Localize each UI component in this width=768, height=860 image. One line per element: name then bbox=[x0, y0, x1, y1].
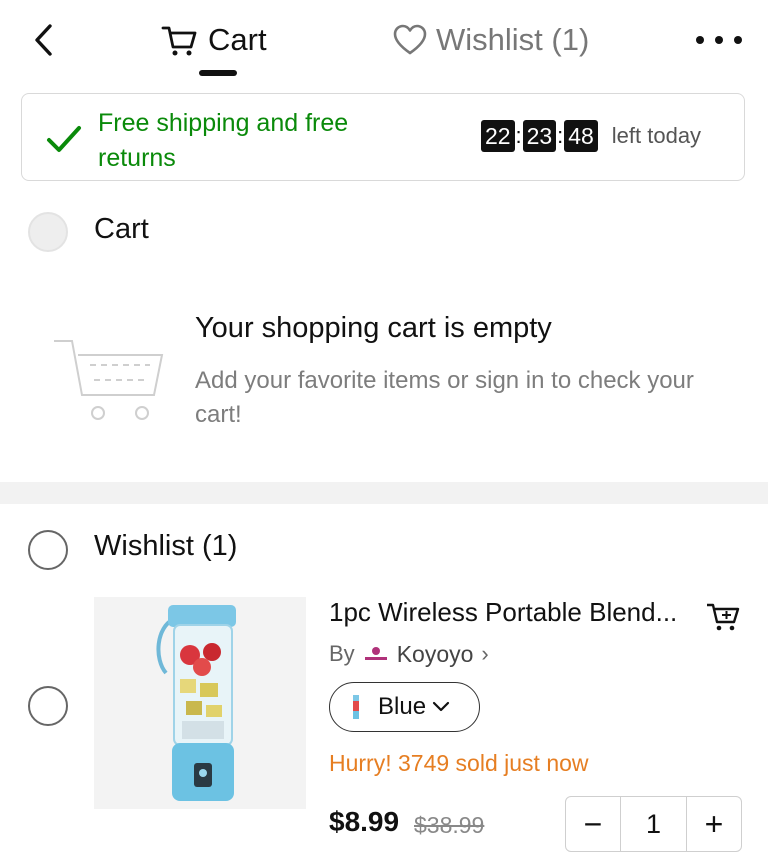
original-price: $38.99 bbox=[414, 812, 485, 838]
store-link[interactable]: Koyoyo bbox=[397, 641, 474, 668]
back-button[interactable] bbox=[28, 20, 60, 60]
more-dot bbox=[734, 36, 742, 44]
variant-selector[interactable]: Blue bbox=[329, 682, 480, 732]
checkmark-icon bbox=[47, 126, 81, 152]
empty-cart-icon bbox=[54, 340, 164, 420]
promo-text: Free shipping and free returns bbox=[98, 109, 349, 172]
quantity-stepper: − 1 + bbox=[565, 796, 742, 852]
cart-select-all-radio[interactable] bbox=[28, 212, 68, 252]
countdown-timer: 22 : 23 : 48 left today bbox=[481, 120, 701, 152]
sale-price: $8.99 bbox=[329, 806, 400, 837]
blender-bottle-icon bbox=[156, 605, 236, 801]
increment-button[interactable]: + bbox=[687, 797, 741, 851]
add-to-cart-icon bbox=[707, 603, 740, 631]
more-options-button[interactable] bbox=[696, 26, 742, 54]
product-image[interactable] bbox=[94, 597, 306, 809]
variant-thumbnail bbox=[353, 695, 359, 719]
cart-section-title: Cart bbox=[94, 213, 149, 245]
timer-suffix: left today bbox=[611, 123, 702, 148]
heart-icon bbox=[393, 24, 427, 55]
wishlist-item-radio[interactable] bbox=[28, 686, 68, 726]
by-label: By bbox=[329, 641, 355, 666]
chevron-left-icon bbox=[35, 24, 52, 56]
decrement-button[interactable]: − bbox=[566, 797, 620, 851]
add-to-cart-button[interactable] bbox=[705, 600, 741, 632]
cart-icon bbox=[161, 26, 197, 56]
free-shipping-banner: Free shipping and free returns 22 : 23 :… bbox=[21, 93, 745, 181]
store-row: By Koyoyo › bbox=[329, 640, 489, 668]
chevron-right-icon: › bbox=[481, 641, 489, 666]
active-tab-indicator bbox=[199, 70, 237, 76]
wishlist-section-title: Wishlist (1) bbox=[94, 530, 238, 562]
timer-seconds: 48 bbox=[564, 120, 598, 152]
tab-cart-label: Cart bbox=[208, 22, 267, 57]
chevron-down-icon bbox=[432, 701, 450, 712]
tab-cart[interactable]: Cart bbox=[160, 18, 267, 62]
quantity-value[interactable]: 1 bbox=[620, 797, 687, 851]
urgency-text: Hurry! 3749 sold just now bbox=[329, 750, 589, 776]
wishlist-select-all-radio[interactable] bbox=[28, 530, 68, 570]
timer-hours: 22 bbox=[481, 120, 515, 152]
tab-wishlist-label: Wishlist (1) bbox=[436, 22, 590, 57]
empty-cart-title: Your shopping cart is empty bbox=[195, 312, 552, 344]
timer-minutes: 23 bbox=[522, 120, 557, 152]
store-logo-icon bbox=[364, 647, 387, 660]
section-divider bbox=[0, 482, 768, 504]
timer-separator: : bbox=[557, 123, 564, 148]
variant-label: Blue bbox=[378, 693, 427, 720]
empty-cart-subtitle: Add your favorite items or sign in to ch… bbox=[195, 367, 694, 428]
more-dot bbox=[715, 36, 723, 44]
tab-wishlist[interactable]: Wishlist (1) bbox=[392, 18, 589, 62]
more-dots-icon bbox=[696, 36, 704, 44]
timer-separator: : bbox=[515, 123, 522, 148]
product-name[interactable]: 1pc Wireless Portable Blend... bbox=[329, 597, 699, 628]
